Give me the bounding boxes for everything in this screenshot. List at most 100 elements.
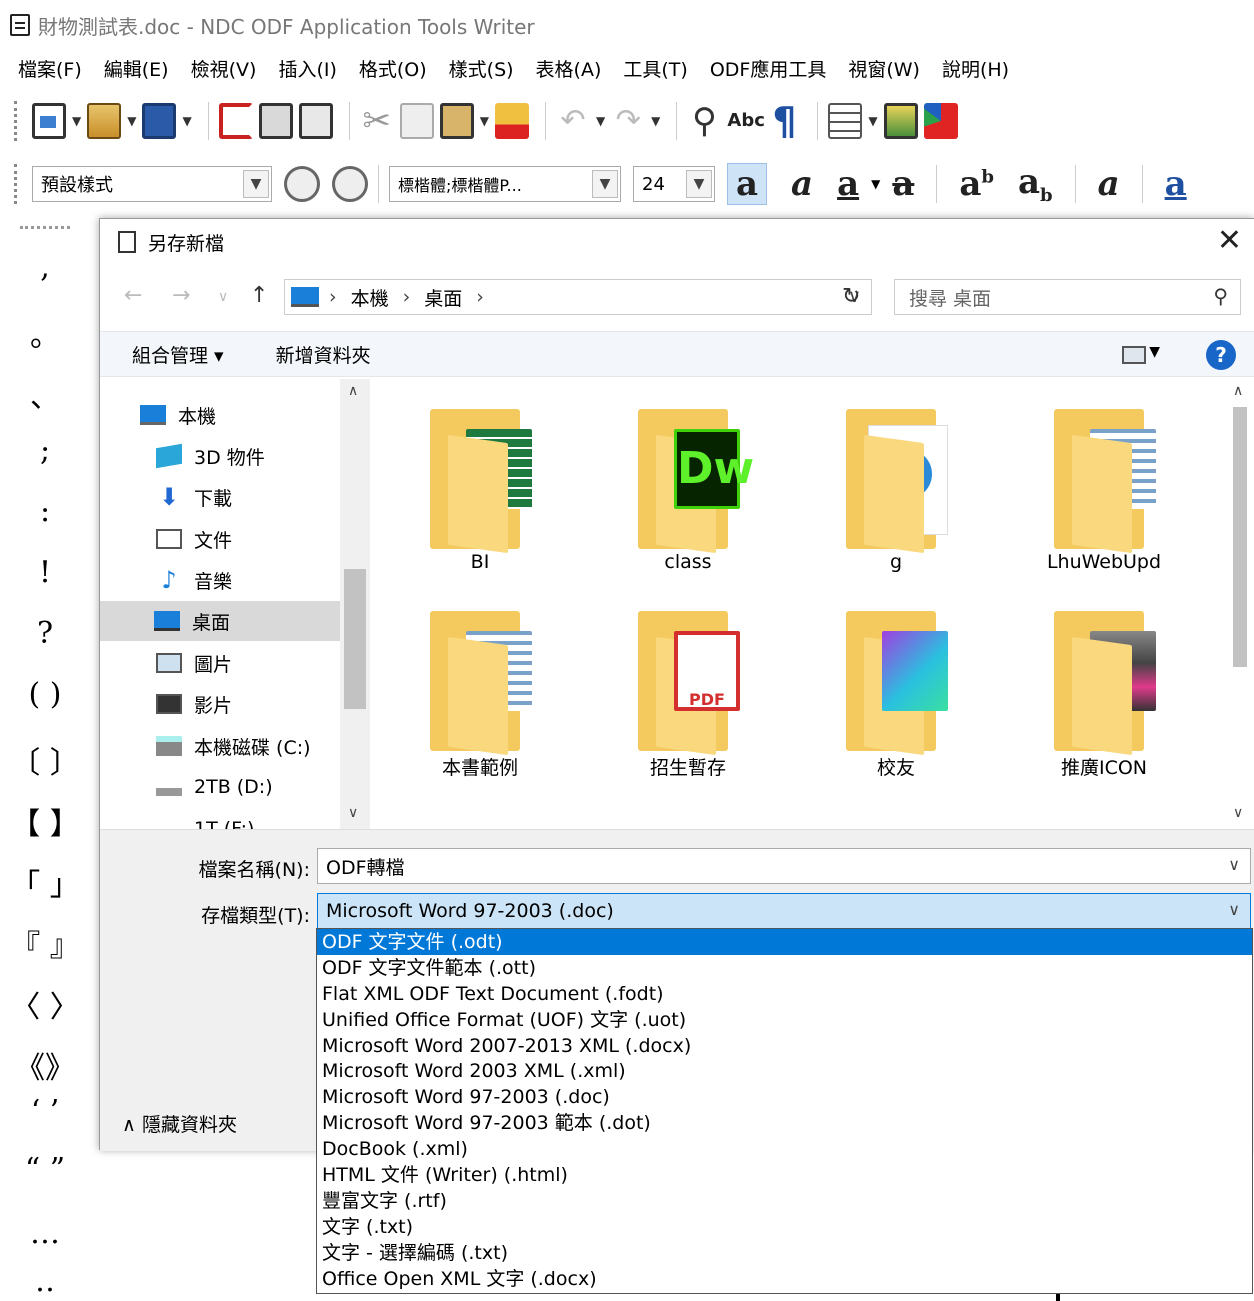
menu-help[interactable]: 說明(H) (942, 55, 1009, 82)
char-button[interactable]: ? (0, 616, 90, 651)
open-button[interactable]: ▼ (87, 99, 136, 143)
nav-item-this-pc[interactable]: 本機 (140, 395, 370, 435)
filetype-option[interactable]: Microsoft Word 2007-2013 XML (.docx) (317, 1033, 1252, 1059)
filetype-option[interactable]: Microsoft Word 97-2003 (.doc) (317, 1084, 1252, 1110)
nav-item-pictures[interactable]: 圖片 (156, 643, 370, 683)
menu-view[interactable]: 檢視(V) (191, 55, 257, 82)
filetype-option[interactable]: 豐富文字 (.rtf) (317, 1188, 1252, 1214)
chevron-down-icon[interactable]: ▼ (480, 114, 489, 128)
nav-item-drive-d[interactable]: 2TB (D:) (156, 767, 370, 807)
clear-formatting-button[interactable]: a (1098, 164, 1120, 204)
menu-format[interactable]: 格式(O) (359, 55, 427, 82)
scrollbar-thumb[interactable] (1233, 407, 1247, 667)
subscript-button[interactable]: ab (1018, 162, 1053, 206)
nav-item-videos[interactable]: 影片 (156, 684, 370, 724)
recent-locations-icon[interactable]: ∨ (218, 289, 228, 305)
filetype-option[interactable]: ODF 文字文件 (.odt) (317, 929, 1252, 955)
char-button[interactable]: 。 (0, 311, 90, 355)
cut-button[interactable]: ✂ (360, 99, 394, 143)
insert-chart-button[interactable] (923, 99, 958, 143)
toolbar-grip[interactable] (14, 164, 18, 204)
folder-item[interactable]: g (816, 379, 976, 579)
print-button[interactable] (258, 99, 293, 143)
up-arrow-icon[interactable]: ↑ (250, 283, 268, 308)
chevron-down-icon[interactable]: ▼ (127, 114, 136, 128)
export-pdf-button[interactable] (218, 99, 253, 143)
toolbar-grip[interactable] (14, 101, 18, 141)
organize-button[interactable]: 組合管理 ▾ (132, 341, 224, 368)
find-replace-button[interactable]: ⚲ (687, 99, 721, 143)
underline-button[interactable]: a (837, 164, 859, 204)
toolbar-grip[interactable] (20, 226, 70, 229)
breadcrumb-desktop[interactable]: 桌面 (424, 284, 462, 311)
scroll-down-icon[interactable]: ∨ (1233, 805, 1243, 821)
folder-item[interactable]: Dw class (608, 379, 768, 579)
chevron-down-icon[interactable]: ▼ (1149, 344, 1160, 360)
new-folder-button[interactable]: 新增資料夾 (276, 341, 371, 368)
insert-table-button[interactable]: ▼ (828, 99, 878, 143)
back-arrow-icon[interactable]: ← (124, 283, 142, 308)
menu-tools[interactable]: 工具(T) (623, 55, 687, 82)
clone-formatting-button[interactable] (494, 99, 529, 143)
nav-item-desktop[interactable]: 桌面 (100, 601, 340, 641)
breadcrumb-this-pc[interactable]: 本機 (351, 284, 389, 311)
char-button[interactable]: ‘ ’ (0, 1094, 90, 1129)
char-button[interactable]: … (0, 1216, 90, 1251)
folder-item[interactable]: 校友 (816, 581, 976, 781)
italic-button[interactable]: a (791, 164, 813, 204)
char-button[interactable]: : (0, 494, 90, 529)
filetype-option[interactable]: Unified Office Format (UOF) 文字 (.uot) (317, 1007, 1252, 1033)
superscript-button[interactable]: ab (959, 164, 994, 204)
file-view-scrollbar[interactable]: ∧ ∨ (1225, 379, 1254, 829)
close-icon[interactable]: ✕ (1217, 223, 1242, 258)
new-document-button[interactable]: ▼ (32, 99, 81, 143)
chevron-down-icon[interactable]: ▼ (871, 177, 880, 191)
menu-edit[interactable]: 編輯(E) (104, 55, 169, 82)
nav-item-documents[interactable]: 文件 (156, 519, 370, 559)
folder-item[interactable]: 本書範例 (400, 581, 560, 781)
filetype-select[interactable]: Microsoft Word 97-2003 (.doc) ∨ (317, 893, 1251, 929)
filetype-option[interactable]: 文字 - 選擇編碼 (.txt) (317, 1240, 1252, 1266)
insert-image-button[interactable] (883, 99, 918, 143)
search-input[interactable]: 搜尋 桌面 ⚲ (894, 279, 1241, 315)
char-button[interactable]: 〔 〕 (0, 738, 90, 782)
forward-arrow-icon[interactable]: → (172, 283, 190, 308)
help-icon[interactable]: ? (1206, 340, 1236, 370)
menu-odf-tools[interactable]: ODF應用工具 (710, 55, 827, 82)
chevron-down-icon[interactable]: ▼ (72, 114, 81, 128)
chevron-down-icon[interactable]: ∨ (1228, 900, 1240, 919)
scroll-up-icon[interactable]: ∧ (1233, 383, 1243, 399)
char-button[interactable]: 『 』 (0, 921, 90, 965)
address-bar[interactable]: › 本機 › 桌面 › ∨ (284, 279, 872, 315)
save-button[interactable]: ▼ (142, 99, 192, 143)
formatting-marks-button[interactable]: ¶ (767, 99, 801, 143)
chevron-down-icon[interactable]: ▼ (686, 170, 712, 198)
char-button[interactable]: 「 」 (0, 860, 90, 904)
hide-folders-toggle[interactable]: ∧ 隱藏資料夾 (122, 1110, 237, 1137)
nav-item-downloads[interactable]: ⬇ 下載 (156, 477, 370, 517)
scrollbar-thumb[interactable] (344, 569, 366, 709)
nav-item-drive-f[interactable]: 1T (F:) (156, 809, 370, 829)
chevron-down-icon[interactable]: ▼ (592, 170, 618, 198)
filetype-option[interactable]: ODF 文字文件範本 (.ott) (317, 955, 1252, 981)
update-style-icon[interactable] (284, 166, 320, 202)
char-button[interactable]: ! (0, 555, 90, 590)
paragraph-style-combo[interactable]: 預設樣式 ▼ (32, 166, 272, 202)
scroll-down-icon[interactable]: ∨ (348, 805, 358, 821)
chevron-down-icon[interactable]: ▼ (868, 114, 877, 128)
chevron-down-icon[interactable]: ▼ (243, 170, 269, 198)
strikethrough-button[interactable]: a (892, 164, 914, 204)
paste-button[interactable]: ▼ (439, 99, 489, 143)
view-options-icon[interactable] (1122, 346, 1146, 364)
char-button[interactable]: ( ) (0, 677, 90, 712)
filetype-option[interactable]: DocBook (.xml) (317, 1136, 1252, 1162)
menu-file[interactable]: 檔案(F) (18, 55, 82, 82)
filetype-option[interactable]: Microsoft Word 2003 XML (.xml) (317, 1058, 1252, 1084)
filetype-option[interactable]: Microsoft Word 97-2003 範本 (.dot) (317, 1110, 1252, 1136)
copy-button[interactable] (399, 99, 434, 143)
nav-item-3d-objects[interactable]: 3D 物件 (156, 436, 370, 476)
undo-button[interactable]: ↶ ▼ (556, 99, 605, 143)
char-button[interactable]: , (0, 250, 90, 285)
char-button[interactable]: ‥ (0, 1264, 90, 1299)
filetype-option[interactable]: Office Open XML 文字 (.docx) (317, 1266, 1252, 1292)
